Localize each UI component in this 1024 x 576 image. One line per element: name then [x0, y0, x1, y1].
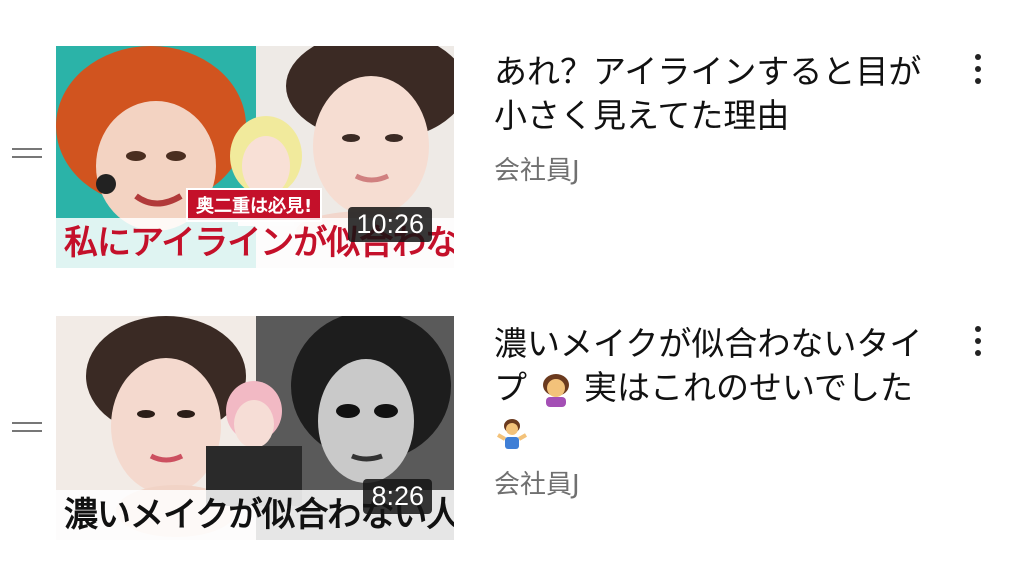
thumbnail-badge: 奥二重は必見!	[186, 188, 323, 222]
video-title-part2: 実はこれのせいでした	[584, 368, 914, 407]
video-title[interactable]: 濃いメイクが似合わないタイプ 実はこれのせいでした	[494, 322, 944, 454]
playlist-item[interactable]: 奥二重は必見! 私にアイラインが似合わない理由 10:26 あれ？アイラインする…	[0, 38, 1024, 268]
more-vert-icon[interactable]	[968, 326, 988, 362]
channel-name[interactable]: 会社員J	[494, 464, 580, 501]
drag-handle-icon[interactable]	[12, 422, 42, 438]
drag-handle-icon[interactable]	[12, 148, 42, 164]
video-thumbnail[interactable]: 濃いメイクが似合わない人 8:26	[56, 316, 454, 540]
channel-name[interactable]: 会社員J	[494, 150, 580, 187]
video-duration: 10:26	[348, 207, 432, 242]
video-duration: 8:26	[363, 479, 432, 514]
video-thumbnail[interactable]: 奥二重は必見! 私にアイラインが似合わない理由 10:26	[56, 46, 454, 268]
more-vert-icon[interactable]	[968, 54, 988, 90]
woman-facepalming-emoji	[540, 373, 572, 407]
video-title[interactable]: あれ？アイラインすると目が小さく見えてた理由	[494, 50, 954, 138]
playlist-item[interactable]: 濃いメイクが似合わない人 8:26 濃いメイクが似合わないタイプ 実はこれのせい…	[0, 310, 1024, 540]
man-shrugging-emoji	[496, 417, 528, 451]
